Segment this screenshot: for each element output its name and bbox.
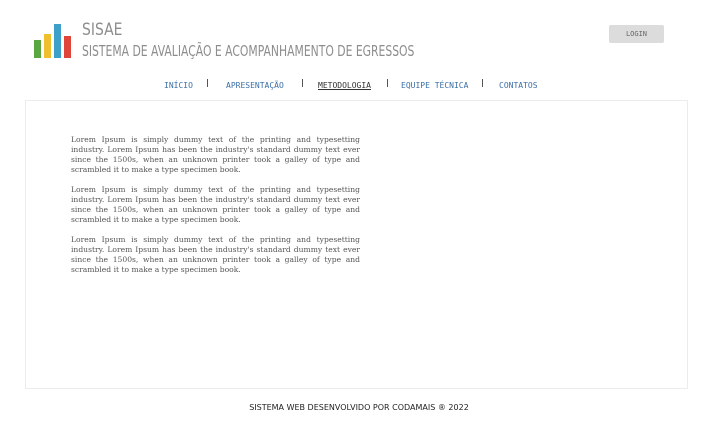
nav-item-contatos[interactable]: CONTATOS xyxy=(499,81,538,90)
logo-bar-red xyxy=(64,36,71,58)
nav-separator xyxy=(482,79,483,87)
content-paragraph: Lorem Ipsum is simply dummy text of the … xyxy=(71,235,360,274)
nav-item-apresentacao[interactable]: APRESENTAÇÃO xyxy=(226,81,284,90)
login-button[interactable]: LOGIN xyxy=(609,25,664,43)
nav-item-metodologia[interactable]: METODOLOGIA xyxy=(318,81,371,90)
footer-credit: SISTEMA WEB DESENVOLVIDO POR CODAMAIS ® … xyxy=(249,403,469,412)
nav-separator xyxy=(207,79,208,87)
brand-title: SISAE xyxy=(82,20,123,40)
logo-bar-yellow xyxy=(44,34,51,58)
logo-bar-green xyxy=(34,40,41,58)
nav-separator xyxy=(302,79,303,87)
content-paragraph: Lorem Ipsum is simply dummy text of the … xyxy=(71,135,360,174)
nav-item-inicio[interactable]: INÍCIO xyxy=(164,81,193,90)
logo-bar-chart-icon xyxy=(34,22,72,58)
content-panel: Lorem Ipsum is simply dummy text of the … xyxy=(25,100,688,389)
brand-subtitle: SISTEMA DE AVALIAÇÃO E ACOMPANHAMENTO DE… xyxy=(82,42,415,60)
nav-separator xyxy=(387,79,388,87)
main-nav: INÍCIO APRESENTAÇÃO METODOLOGIA EQUIPE T… xyxy=(0,79,718,93)
nav-item-equipe-tecnica[interactable]: EQUIPE TÉCNICA xyxy=(401,81,468,90)
content-paragraph: Lorem Ipsum is simply dummy text of the … xyxy=(71,185,360,224)
logo-bar-blue xyxy=(54,24,61,58)
